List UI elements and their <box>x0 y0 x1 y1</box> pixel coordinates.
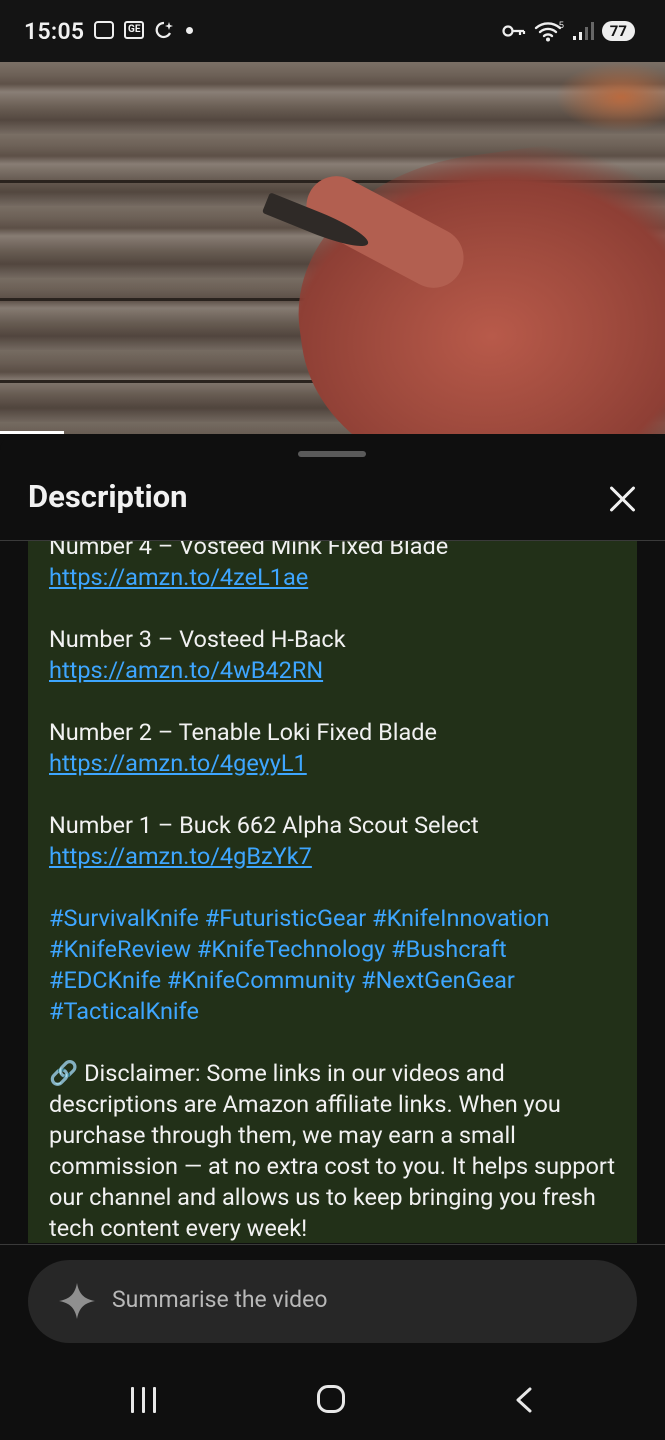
item-title: Number 3 – Vosteed H-Back <box>49 625 346 653</box>
status-time: 15:05 <box>24 18 85 45</box>
screenshot-icon <box>94 21 114 39</box>
recent-apps-icon[interactable] <box>131 1387 156 1413</box>
video-frame-detail <box>279 124 665 434</box>
hashtag[interactable]: #KnifeInnovation <box>372 904 549 932</box>
divider <box>0 1244 665 1245</box>
list-item: Number 2 – Tenable Loki Fixed Blade http… <box>49 717 629 779</box>
close-icon[interactable] <box>604 480 642 518</box>
hashtag[interactable]: #SurvivalKnife <box>49 904 199 932</box>
disclaimer-text: 🔗 Disclaimer: Some links in our videos a… <box>49 1059 616 1242</box>
list-item: Number 3 – Vosteed H-Back https://amzn.t… <box>49 624 629 686</box>
hashtag[interactable]: #KnifeTechnology <box>197 935 385 963</box>
item-link[interactable]: https://amzn.to/4geyyL1 <box>49 748 629 779</box>
assistant-icon <box>156 21 174 39</box>
sparkle-icon <box>59 1283 95 1319</box>
home-icon[interactable] <box>317 1385 345 1413</box>
navigation-bar <box>0 1354 665 1440</box>
signal-icon <box>572 22 594 40</box>
status-bar: 15:05 GE 5 77 <box>0 0 665 62</box>
hashtag[interactable]: #NextGenGear <box>361 966 515 994</box>
hashtag[interactable]: #EDCKnife <box>49 966 161 994</box>
item-link[interactable]: https://amzn.to/4gBzYk7 <box>49 841 629 872</box>
video-player[interactable] <box>0 62 665 434</box>
item-link[interactable]: https://amzn.to/4wB42RN <box>49 655 629 686</box>
hashtag[interactable]: #TacticalKnife <box>49 997 199 1025</box>
summarise-label: Summarise the video <box>112 1286 328 1313</box>
hashtag[interactable]: #Bushcraft <box>391 935 507 963</box>
vpn-key-icon <box>502 25 525 37</box>
item-link[interactable]: https://amzn.to/4zeL1ae <box>49 562 629 593</box>
item-title: Number 2 – Tenable Loki Fixed Blade <box>49 718 437 746</box>
notification-dot-icon <box>186 26 194 34</box>
notification-icons: GE <box>94 20 194 40</box>
back-icon[interactable] <box>512 1387 534 1413</box>
list-item: Number 1 – Buck 662 Alpha Scout Select h… <box>49 810 629 872</box>
wifi-icon: 5 <box>534 20 564 42</box>
item-title: Number 1 – Buck 662 Alpha Scout Select <box>49 811 479 839</box>
hashtag[interactable]: #FuturisticGear <box>205 904 367 932</box>
svg-text:5: 5 <box>559 20 564 30</box>
video-progress-bar[interactable] <box>0 431 64 434</box>
battery-indicator: 77 <box>601 21 635 41</box>
drag-handle[interactable] <box>298 451 366 457</box>
system-icons: 5 77 <box>502 20 635 42</box>
video-frame-detail <box>555 62 665 132</box>
summarise-button[interactable]: Summarise the video <box>28 1260 637 1343</box>
sheet-title: Description <box>28 478 188 515</box>
hashtag[interactable]: #KnifeCommunity <box>167 966 355 994</box>
hashtags: #SurvivalKnife #FuturisticGear #KnifeInn… <box>49 903 629 1027</box>
ge-icon: GE <box>124 21 145 39</box>
description-content[interactable]: Number 4 – Vosteed Mink Fixed Blade http… <box>28 541 637 1243</box>
item-title: Number 4 – Vosteed Mink Fixed Blade <box>49 541 449 560</box>
description-text: Number 4 – Vosteed Mink Fixed Blade http… <box>49 541 629 1243</box>
list-item: Number 4 – Vosteed Mink Fixed Blade http… <box>49 541 629 593</box>
hashtag[interactable]: #KnifeReview <box>49 935 191 963</box>
